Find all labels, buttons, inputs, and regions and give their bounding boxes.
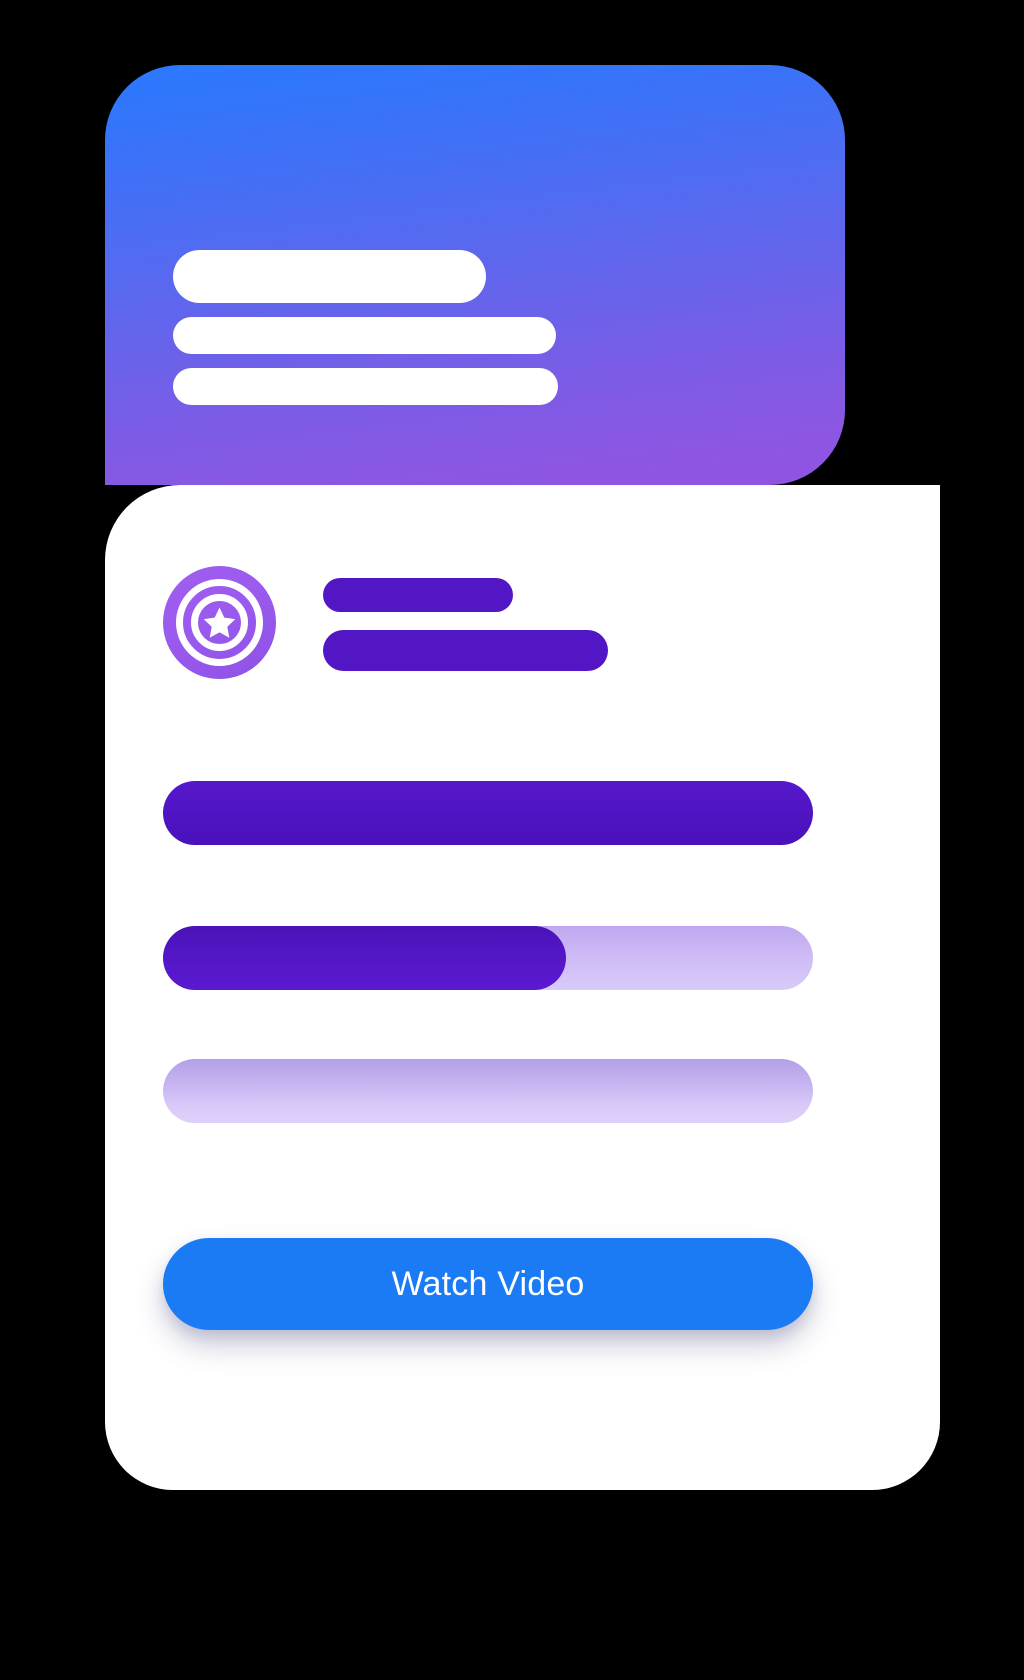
card-content: Watch Video [105, 485, 940, 1490]
badge-text-placeholders [323, 578, 608, 671]
watch-video-button[interactable]: Watch Video [163, 1238, 813, 1330]
star-badge-icon[interactable] [163, 566, 276, 679]
light-placeholder-bar [163, 1059, 813, 1123]
header-placeholder-bar-3 [173, 368, 558, 405]
badge-row [163, 566, 863, 691]
solid-placeholder-bar [163, 781, 813, 845]
progress-bar-track[interactable] [163, 926, 813, 990]
gradient-header-panel [105, 65, 845, 485]
header-placeholder-bar-1 [173, 250, 486, 303]
progress-bar-fill [163, 926, 566, 990]
badge-line-1 [323, 578, 513, 612]
header-placeholder-bar-2 [173, 317, 556, 354]
badge-line-2 [323, 630, 608, 671]
screen-root: Watch Video [0, 0, 1024, 1680]
header-placeholder-bars [173, 250, 773, 405]
watch-video-button-label: Watch Video [391, 1264, 585, 1303]
